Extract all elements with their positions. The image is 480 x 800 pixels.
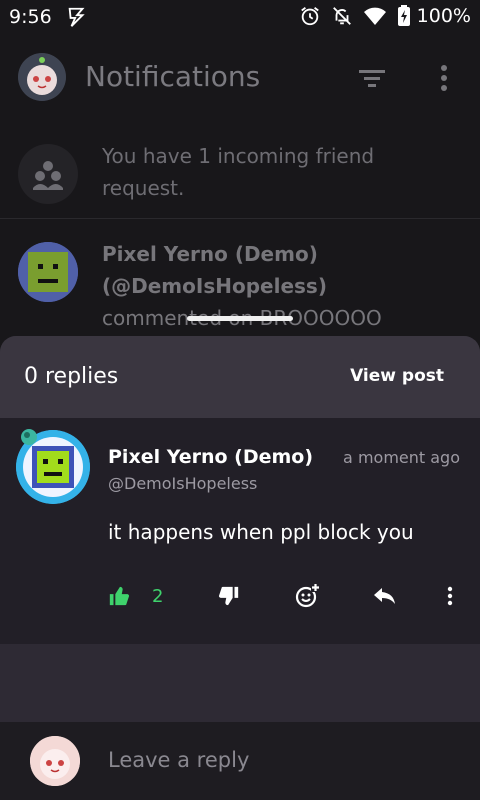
pixel-face-icon [18, 242, 78, 302]
friend-request-text: You have 1 incoming friend request. [102, 144, 375, 200]
more-options-button[interactable] [432, 62, 456, 94]
notification-name: Pixel Yerno (Demo) [102, 242, 318, 266]
sheet-header: 0 replies View post [0, 336, 480, 418]
filter-icon [359, 70, 385, 87]
notifications-off-icon [332, 7, 351, 25]
friend-request-row[interactable]: You have 1 incoming friend request. [0, 128, 480, 219]
comment-card: Pixel Yerno (Demo) a moment ago @DemoIsH… [0, 418, 480, 644]
comment-actions: 2 [0, 578, 480, 616]
reply-icon [374, 588, 395, 604]
replies-count: 0 replies [24, 364, 119, 389]
like-count: 2 [152, 585, 164, 607]
battery-level: 100% [416, 5, 471, 27]
filter-button[interactable] [356, 62, 388, 94]
view-post-button[interactable]: View post [350, 366, 444, 386]
status-time: 9:56 [9, 6, 52, 28]
reply-input[interactable] [108, 748, 448, 772]
avatar-illustration [30, 736, 80, 786]
notification-avatar [18, 242, 78, 302]
comment-author[interactable]: Pixel Yerno (Demo) [108, 446, 313, 468]
add-reaction-icon [295, 583, 320, 608]
comment-body: it happens when ppl block you [108, 520, 414, 544]
page-title: Notifications [85, 60, 261, 93]
alarm-icon [300, 7, 319, 26]
like-button[interactable]: 2 [108, 578, 163, 614]
reply-user-avatar [30, 736, 80, 786]
more-vert-icon [441, 65, 447, 91]
reply-bar [0, 722, 480, 800]
status-icons: 100% [299, 5, 471, 27]
app-bar: Notifications [0, 40, 480, 116]
thumbs-down-icon [218, 586, 239, 606]
thumbs-up-icon [109, 586, 130, 606]
user-avatar[interactable] [18, 53, 66, 101]
more-vert-icon [447, 586, 453, 606]
notification-handle: (@DemoIsHopeless) [102, 274, 327, 298]
reply-button[interactable] [372, 578, 398, 614]
replies-sheet: 0 replies View post Pixel Yerno (Demo) a… [0, 336, 480, 722]
badge-icon [21, 429, 37, 445]
sheet-drag-handle[interactable] [187, 316, 293, 321]
wifi-icon [363, 7, 386, 25]
battery-charging-icon [397, 5, 410, 26]
add-reaction-button[interactable] [294, 578, 320, 614]
status-bar: 9:56 100% [0, 0, 480, 36]
dislike-button[interactable] [218, 578, 240, 614]
group-icon [33, 161, 63, 190]
comment-avatar-wrap[interactable] [14, 428, 94, 508]
bolt-icon [68, 7, 85, 27]
comment-time: a moment ago [343, 448, 460, 467]
friend-request-icon-wrap [18, 144, 78, 204]
avatar-illustration [18, 53, 66, 101]
comment-more-button[interactable] [440, 578, 460, 614]
comment-handle: @DemoIsHopeless [108, 474, 258, 493]
sheet-empty-area [0, 644, 480, 722]
notification-row[interactable]: Pixel Yerno (Demo) (@DemoIsHopeless) com… [0, 232, 480, 342]
